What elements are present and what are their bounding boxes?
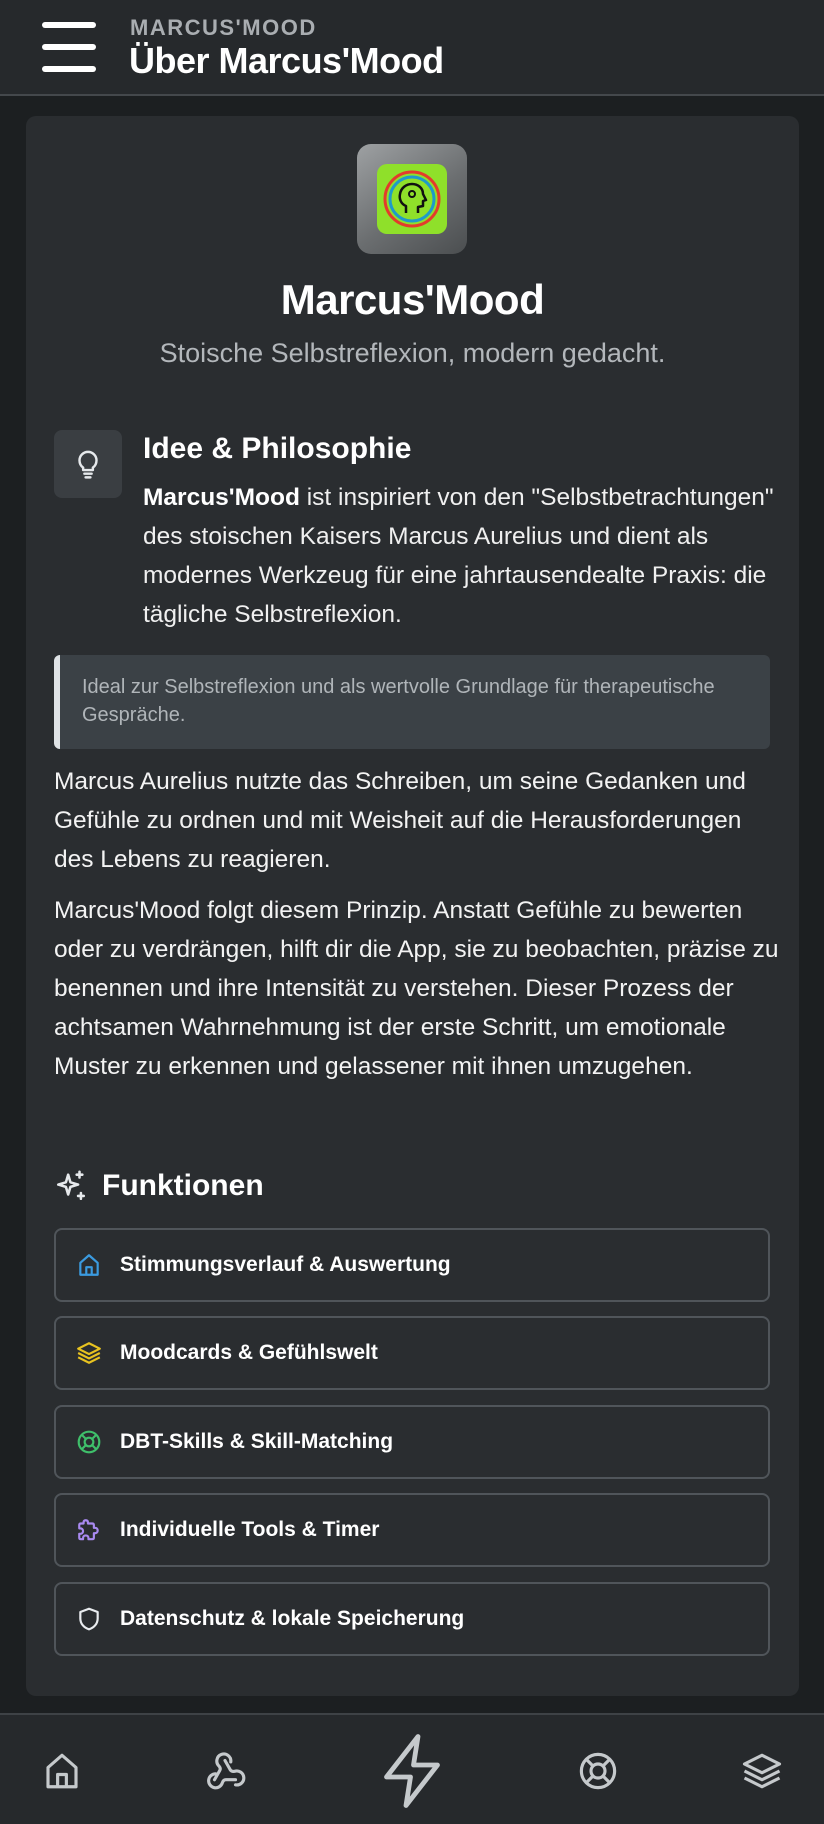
nav-item-skills[interactable]: [548, 1715, 648, 1824]
app-logo: [357, 144, 467, 254]
top-app-bar: MARCUS'MOOD Über Marcus'Mood: [0, 0, 824, 96]
nav-item-moodcards[interactable]: [712, 1715, 812, 1824]
lifebuoy-icon: [579, 1752, 617, 1789]
features-heading: Funktionen: [54, 1166, 264, 1206]
head-profile-logo-icon: [383, 170, 441, 228]
feature-item-moodcards[interactable]: Moodcards & Gefühlswelt: [54, 1316, 770, 1390]
lightbulb-icon: [54, 430, 122, 498]
lifebuoy-icon: [77, 1430, 101, 1454]
home-icon: [79, 1254, 99, 1276]
app-name: Marcus'Mood: [280, 276, 545, 323]
idea-text-bold: Marcus'Mood: [143, 484, 300, 511]
features-title: Funktionen: [102, 1169, 264, 1202]
layers-icon: [742, 1753, 782, 1788]
feature-item-dbt-skills[interactable]: DBT-Skills & Skill-Matching: [54, 1405, 770, 1479]
bottom-navigation: [0, 1713, 824, 1824]
paragraph-aurelius: Marcus Aurelius nutzte das Schreiben, um…: [54, 768, 746, 873]
header-eyebrow: MARCUS'MOOD: [130, 15, 317, 40]
page-title: Über Marcus'Mood: [129, 40, 444, 81]
idea-section-text: Marcus'Mood ist inspiriert von den "Selb…: [143, 478, 783, 634]
app-tagline: Stoische Selbstreflexion, modern gedacht…: [159, 338, 666, 368]
feature-label: DBT-Skills & Skill-Matching: [120, 1430, 394, 1453]
feature-item-tools-timer[interactable]: Individuelle Tools & Timer: [54, 1493, 770, 1567]
highlight-quote: Ideal zur Selbstreflexion und als wertvo…: [54, 655, 770, 749]
sparkles-icon: [56, 1170, 86, 1201]
about-card: Marcus'Mood Stoische Selbstreflexion, mo…: [26, 116, 799, 1696]
nav-item-quick-action[interactable]: [362, 1715, 462, 1824]
feature-label: Individuelle Tools & Timer: [120, 1518, 380, 1541]
feature-label: Moodcards & Gefühlswelt: [120, 1341, 378, 1364]
nav-item-webhook[interactable]: [175, 1715, 275, 1824]
nav-item-home[interactable]: [12, 1715, 112, 1824]
feature-item-mood-history[interactable]: Stimmungsverlauf & Auswertung: [54, 1228, 770, 1302]
feature-label: Stimmungsverlauf & Auswertung: [120, 1253, 451, 1276]
layers-icon: [77, 1342, 101, 1364]
puzzle-icon: [78, 1519, 99, 1541]
feature-label: Datenschutz & lokale Speicherung: [120, 1607, 465, 1630]
paragraph-principle: Marcus'Mood folgt diesem Prinzip. Anstat…: [54, 897, 779, 1080]
webhook-icon: [207, 1751, 246, 1789]
idea-section-title: Idee & Philosophie: [143, 432, 412, 465]
home-icon: [46, 1753, 78, 1788]
feature-item-privacy[interactable]: Datenschutz & lokale Speicherung: [54, 1582, 770, 1656]
lightning-bolt-icon: [384, 1733, 440, 1808]
shield-icon: [79, 1607, 99, 1631]
hamburger-menu-icon[interactable]: [38, 18, 100, 76]
